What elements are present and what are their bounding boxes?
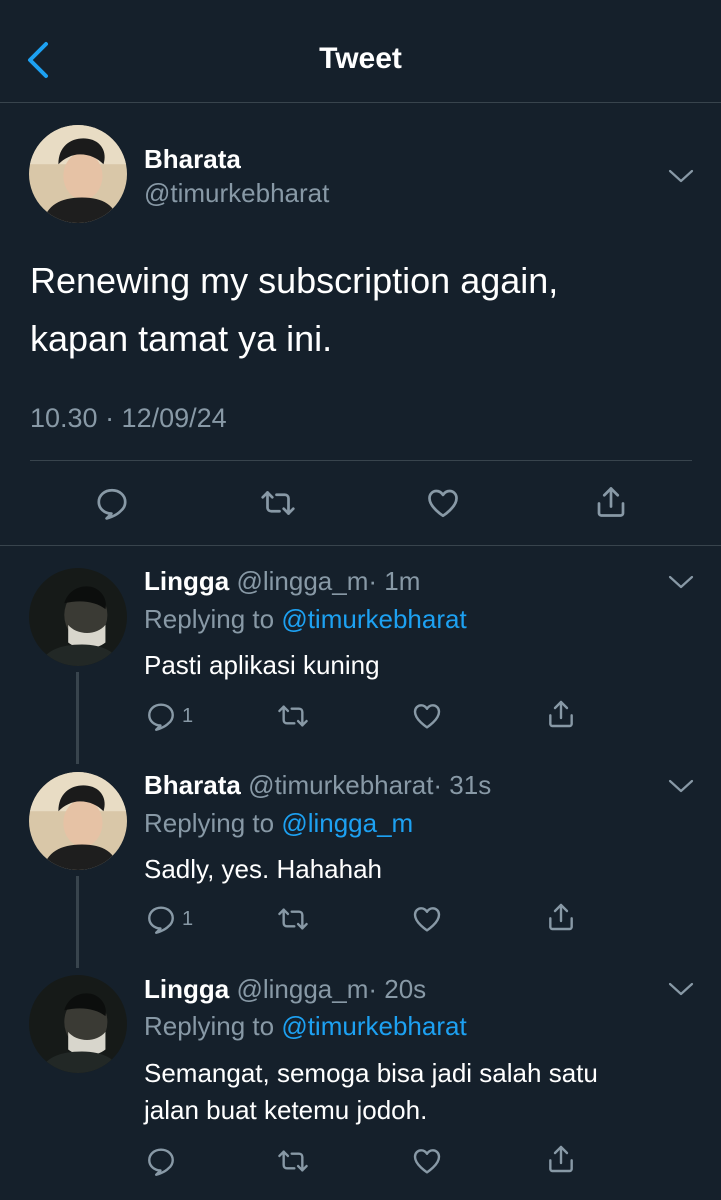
share-icon bbox=[545, 901, 577, 933]
retweet-button[interactable] bbox=[276, 1145, 310, 1177]
tweet-menu-button[interactable] bbox=[668, 981, 694, 997]
chevron-down-icon bbox=[668, 778, 694, 794]
avatar-image bbox=[29, 975, 127, 1073]
reply-icon bbox=[94, 485, 130, 521]
mention-link[interactable]: @timurkebharat bbox=[281, 604, 466, 634]
share-icon bbox=[545, 1143, 577, 1175]
avatar[interactable] bbox=[29, 772, 127, 870]
replying-to-line: Replying to @timurkebharat bbox=[144, 1011, 467, 1042]
share-icon bbox=[545, 698, 577, 730]
replying-to-line: Replying to @lingga_m bbox=[144, 808, 413, 839]
share-icon bbox=[593, 484, 629, 520]
reply-button[interactable] bbox=[145, 903, 177, 935]
tweet-timestamp: 10.30 · 12/09/24 bbox=[30, 403, 227, 433]
author-handle[interactable]: @lingga_m bbox=[236, 974, 368, 1004]
reply-header: Lingga @lingga_m· 20s bbox=[144, 974, 426, 1005]
avatar-image bbox=[29, 125, 127, 223]
reply-button[interactable] bbox=[145, 700, 177, 732]
share-button[interactable] bbox=[545, 901, 577, 933]
avatar-image bbox=[29, 568, 127, 666]
like-heart-icon bbox=[411, 700, 443, 732]
reply-header: Bharata @timurkebharat· 31s bbox=[144, 770, 491, 801]
like-heart-icon bbox=[411, 903, 443, 935]
avatar[interactable] bbox=[29, 568, 127, 666]
share-button[interactable] bbox=[593, 484, 629, 520]
like-heart-icon bbox=[411, 1145, 443, 1177]
retweet-icon bbox=[259, 485, 297, 521]
retweet-button[interactable] bbox=[276, 903, 310, 935]
mention-link[interactable]: @lingga_m bbox=[281, 808, 413, 838]
replying-to-label: Replying to bbox=[144, 808, 275, 838]
thread-connector-line bbox=[76, 876, 79, 968]
avatar[interactable] bbox=[29, 125, 127, 223]
author-name[interactable]: Bharata bbox=[144, 770, 241, 800]
reply-header: Lingga @lingga_m· 1m bbox=[144, 566, 420, 597]
reply-icon bbox=[145, 903, 177, 935]
share-button[interactable] bbox=[545, 698, 577, 730]
tweet-text-line: kapan tamat ya ini. bbox=[30, 318, 333, 359]
reply-icon bbox=[145, 700, 177, 732]
avatar-image bbox=[29, 772, 127, 870]
like-heart-icon bbox=[425, 485, 461, 521]
like-button[interactable] bbox=[411, 700, 443, 732]
reply-time: · 31s bbox=[433, 770, 492, 800]
like-button[interactable] bbox=[425, 485, 461, 521]
retweet-button[interactable] bbox=[259, 485, 297, 521]
like-button[interactable] bbox=[411, 1145, 443, 1177]
share-button[interactable] bbox=[545, 1143, 577, 1175]
replying-to-label: Replying to bbox=[144, 604, 275, 634]
chevron-down-icon bbox=[668, 981, 694, 997]
author-name[interactable]: Bharata bbox=[144, 144, 241, 175]
mention-link[interactable]: @timurkebharat bbox=[281, 1011, 466, 1041]
retweet-button[interactable] bbox=[276, 700, 310, 732]
reply-button[interactable] bbox=[94, 485, 130, 521]
divider bbox=[0, 545, 721, 546]
page-title: Tweet bbox=[319, 42, 402, 75]
replying-to-line: Replying to @timurkebharat bbox=[144, 604, 467, 635]
avatar[interactable] bbox=[29, 975, 127, 1073]
retweet-icon bbox=[276, 903, 310, 935]
tweet-menu-button[interactable] bbox=[668, 778, 694, 794]
reply-time: · 1m bbox=[368, 566, 421, 596]
reply-text: Semangat, semoga bisa jadi salah satu ja… bbox=[144, 1055, 684, 1129]
retweet-icon bbox=[276, 700, 310, 732]
reply-time: · 20s bbox=[368, 974, 427, 1004]
retweet-icon bbox=[276, 1145, 310, 1177]
reply-count: 1 bbox=[182, 705, 194, 727]
like-button[interactable] bbox=[411, 903, 443, 935]
tweet-text: Renewing my subscription again, kapan ta… bbox=[30, 252, 690, 368]
reply-count: 1 bbox=[182, 908, 194, 930]
top-nav-bar: Tweet bbox=[0, 0, 721, 103]
reply-text-line: jalan buat ketemu jodoh. bbox=[144, 1095, 428, 1125]
chevron-down-icon bbox=[668, 574, 694, 590]
author-handle[interactable]: @timurkebharat bbox=[144, 178, 329, 209]
reply-text-line: Semangat, semoga bisa jadi salah satu bbox=[144, 1058, 598, 1088]
tweet-menu-button[interactable] bbox=[668, 574, 694, 590]
replying-to-label: Replying to bbox=[144, 1011, 275, 1041]
reply-text: Pasti aplikasi kuning bbox=[144, 650, 380, 680]
author-name[interactable]: Lingga bbox=[144, 566, 229, 596]
reply-icon bbox=[145, 1145, 177, 1177]
author-handle[interactable]: @lingga_m bbox=[236, 566, 368, 596]
tweet-menu-button[interactable] bbox=[668, 168, 694, 184]
thread-connector-line bbox=[76, 672, 79, 764]
chevron-down-icon bbox=[668, 168, 694, 184]
tweet-text-line: Renewing my subscription again, bbox=[30, 260, 559, 301]
author-handle[interactable]: @timurkebharat bbox=[248, 770, 433, 800]
reply-button[interactable] bbox=[145, 1145, 177, 1177]
reply-text: Sadly, yes. Hahahah bbox=[144, 854, 382, 884]
author-name[interactable]: Lingga bbox=[144, 974, 229, 1004]
divider bbox=[30, 460, 692, 461]
